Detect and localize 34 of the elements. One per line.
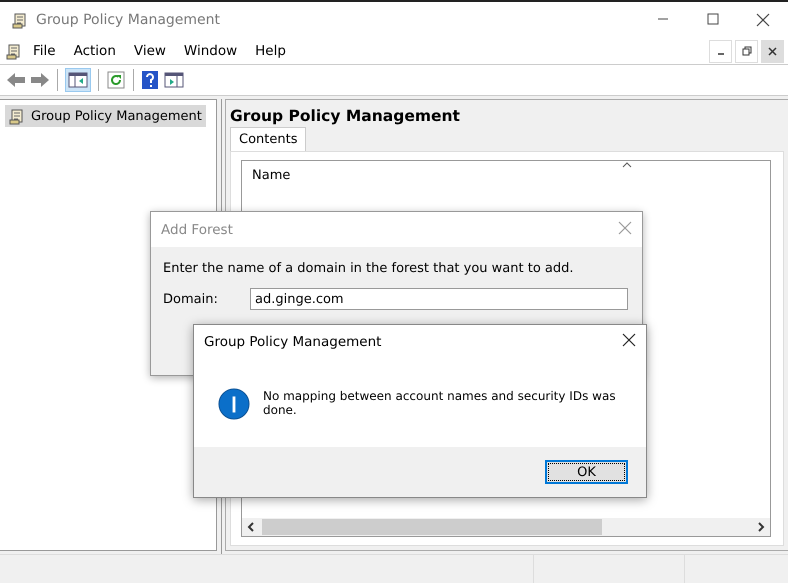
- restore-button[interactable]: [735, 40, 758, 62]
- close-icon[interactable]: [756, 13, 770, 27]
- message-text: No mapping between account names and security IDs was done.: [262, 388, 617, 417]
- ok-button[interactable]: OK: [545, 460, 628, 484]
- console-tree-icon[interactable]: [65, 68, 91, 92]
- menu-item[interactable]: Window: [174, 43, 246, 59]
- help-icon[interactable]: [141, 70, 159, 90]
- info-icon: [218, 387, 250, 421]
- scrollbar-thumb[interactable]: [262, 519, 602, 535]
- menu-item[interactable]: Action: [64, 43, 125, 59]
- window-title: Group Policy Management: [36, 12, 220, 28]
- action-pane-icon[interactable]: [163, 70, 185, 90]
- pane-title: Group Policy Management: [229, 106, 461, 127]
- scroll-right-icon[interactable]: [756, 521, 766, 533]
- back-arrow-icon[interactable]: [6, 71, 26, 89]
- tab[interactable]: Contents: [230, 127, 306, 151]
- menu-item[interactable]: File: [24, 43, 65, 59]
- scroll-left-icon[interactable]: [246, 521, 256, 533]
- field-label: Domain:: [163, 292, 219, 306]
- menu-item[interactable]: View: [124, 43, 175, 59]
- close-icon: [768, 46, 777, 56]
- restore-icon: [742, 46, 752, 56]
- forward-arrow-icon[interactable]: [30, 71, 50, 89]
- menu-item[interactable]: Help: [246, 43, 295, 59]
- prompt-text: Enter the name of a domain in the forest that you want to add.: [162, 260, 575, 276]
- refresh-icon[interactable]: [106, 70, 126, 90]
- dialog-title: Group Policy Management: [204, 334, 382, 350]
- maximize-icon[interactable]: [707, 13, 719, 25]
- column-header[interactable]: Name: [252, 168, 290, 190]
- domain-field[interactable]: ad.ginge.com: [250, 288, 628, 310]
- dialog-title: Add Forest: [161, 222, 233, 238]
- tree-item[interactable]: Group Policy Management: [5, 105, 206, 127]
- close-button[interactable]: [761, 40, 784, 62]
- sort-caret-icon: [622, 161, 632, 169]
